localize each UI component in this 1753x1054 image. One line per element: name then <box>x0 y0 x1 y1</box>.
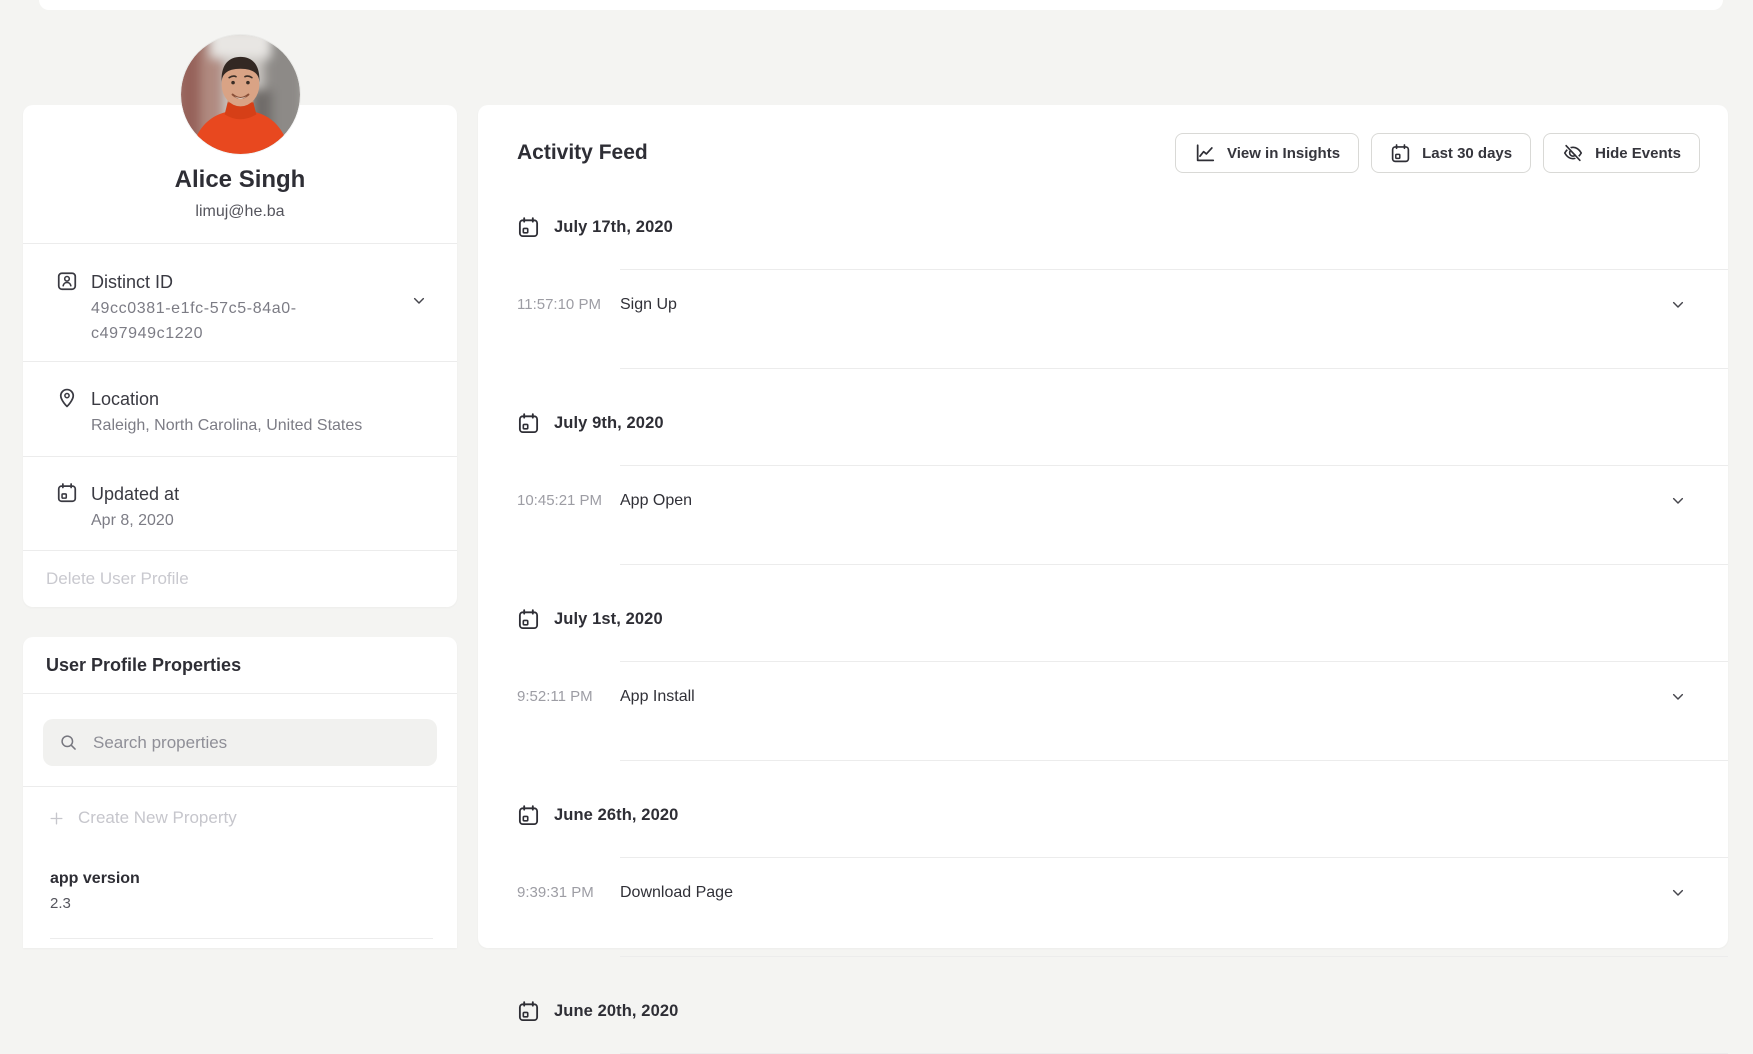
event-row[interactable]: 9:39:31 PM Download Page <box>478 858 1728 927</box>
feed-date-header: July 17th, 2020 <box>478 214 1728 240</box>
scrolled-card-edge <box>39 0 1723 10</box>
create-new-property-label: Create New Property <box>78 808 237 828</box>
user-profile-properties-card: User Profile Properties Create New Prope… <box>23 637 457 948</box>
activity-feed-title: Activity Feed <box>517 141 1175 165</box>
event-time: 9:39:31 PM <box>517 884 620 901</box>
calendar-icon <box>517 804 540 827</box>
distinct-id-label: Distinct ID <box>91 269 343 295</box>
line-chart-icon <box>1194 142 1216 164</box>
view-in-insights-button[interactable]: View in Insights <box>1175 133 1359 173</box>
event-name: Sign Up <box>620 296 677 314</box>
profile-name: Alice Singh <box>175 166 306 194</box>
feed-date-header: June 26th, 2020 <box>478 802 1728 828</box>
location-value: Raleigh, North Carolina, United States <box>91 413 362 438</box>
divider <box>620 760 1728 761</box>
event-name: App Open <box>620 492 692 510</box>
view-in-insights-label: View in Insights <box>1227 145 1340 162</box>
delete-user-profile-button[interactable]: Delete User Profile <box>46 569 189 589</box>
updated-at-value: Apr 8, 2020 <box>91 508 179 533</box>
event-expand-button[interactable] <box>1670 689 1686 705</box>
activity-feed-list: July 17th, 2020 11:57:10 PM Sign Up July… <box>478 214 1728 1054</box>
calendar-icon <box>517 1000 540 1023</box>
plus-icon <box>48 810 65 827</box>
chevron-down-icon <box>1670 689 1686 705</box>
activity-toolbar: View in Insights Last 30 days Hide Event… <box>1175 133 1700 173</box>
activity-feed-header: Activity Feed View in Insights Last 30 d… <box>478 105 1728 173</box>
feed-date-header: July 1st, 2020 <box>478 606 1728 632</box>
search-properties-input[interactable] <box>93 733 421 753</box>
event-time: 11:57:10 PM <box>517 296 620 313</box>
chevron-down-icon <box>1670 885 1686 901</box>
property-value: 2.3 <box>50 892 433 915</box>
calendar-icon <box>1390 143 1411 164</box>
feed-group: July 1st, 2020 9:52:11 PM App Install <box>478 606 1728 761</box>
properties-title: User Profile Properties <box>23 637 457 693</box>
last-30-days-label: Last 30 days <box>1422 145 1512 162</box>
hide-events-button[interactable]: Hide Events <box>1543 133 1700 173</box>
feed-group: June 20th, 2020 <box>478 998 1728 1054</box>
last-30-days-button[interactable]: Last 30 days <box>1371 133 1531 173</box>
hide-events-label: Hide Events <box>1595 145 1681 162</box>
distinct-id-value: 49cc0381-e1fc-57c5-84a0-c497949c1220 <box>91 296 343 346</box>
event-row[interactable]: 11:57:10 PM Sign Up <box>478 270 1728 339</box>
search-icon <box>59 733 78 752</box>
property-name: app version <box>50 868 433 890</box>
event-expand-button[interactable] <box>1670 493 1686 509</box>
event-expand-button[interactable] <box>1670 885 1686 901</box>
feed-date: July 9th, 2020 <box>554 414 664 433</box>
event-name: App Install <box>620 688 695 706</box>
divider <box>50 938 433 939</box>
chevron-down-icon <box>1670 493 1686 509</box>
chevron-down-icon <box>411 293 427 309</box>
search-section <box>23 693 457 786</box>
calendar-icon <box>517 608 540 631</box>
search-box[interactable] <box>43 719 437 766</box>
divider <box>620 564 1728 565</box>
feed-date: July 1st, 2020 <box>554 610 663 629</box>
updated-at-section: Updated at Apr 8, 2020 <box>23 456 457 550</box>
avatar <box>181 35 300 154</box>
updated-at-label: Updated at <box>91 481 179 507</box>
user-profile-card: Alice Singh limuj@he.ba Distinct ID 49cc… <box>23 105 457 607</box>
feed-group: July 9th, 2020 10:45:21 PM App Open <box>478 410 1728 565</box>
calendar-icon <box>517 216 540 239</box>
profile-email: limuj@he.ba <box>195 203 284 221</box>
delete-row: Delete User Profile <box>23 550 457 607</box>
location-pin-icon <box>56 387 78 409</box>
eye-off-icon <box>1562 142 1584 164</box>
event-name: Download Page <box>620 884 733 902</box>
create-new-property-button[interactable]: Create New Property <box>48 808 237 828</box>
property-item: app version 2.3 <box>23 849 457 939</box>
feed-group: July 17th, 2020 11:57:10 PM Sign Up <box>478 214 1728 369</box>
activity-feed-card: Activity Feed View in Insights Last 30 d… <box>478 105 1728 948</box>
create-property-row: Create New Property <box>23 786 457 849</box>
feed-group: June 26th, 2020 9:39:31 PM Download Page <box>478 802 1728 957</box>
location-label: Location <box>91 386 362 412</box>
chevron-down-icon <box>1670 297 1686 313</box>
event-expand-button[interactable] <box>1670 297 1686 313</box>
feed-date-header: July 9th, 2020 <box>478 410 1728 436</box>
calendar-icon <box>56 482 78 504</box>
event-row[interactable]: 10:45:21 PM App Open <box>478 466 1728 535</box>
distinct-id-section: Distinct ID 49cc0381-e1fc-57c5-84a0-c497… <box>23 243 457 361</box>
event-row[interactable]: 9:52:11 PM App Install <box>478 662 1728 731</box>
calendar-icon <box>517 412 540 435</box>
divider <box>620 368 1728 369</box>
feed-date: July 17th, 2020 <box>554 218 673 237</box>
event-time: 9:52:11 PM <box>517 688 620 705</box>
contact-card-icon <box>56 270 78 292</box>
feed-date-header: June 20th, 2020 <box>478 998 1728 1024</box>
distinct-id-expand-button[interactable] <box>411 293 427 309</box>
feed-date: June 20th, 2020 <box>554 1002 678 1021</box>
divider <box>620 956 1728 957</box>
event-time: 10:45:21 PM <box>517 492 620 509</box>
feed-date: June 26th, 2020 <box>554 806 678 825</box>
location-section: Location Raleigh, North Carolina, United… <box>23 361 457 456</box>
